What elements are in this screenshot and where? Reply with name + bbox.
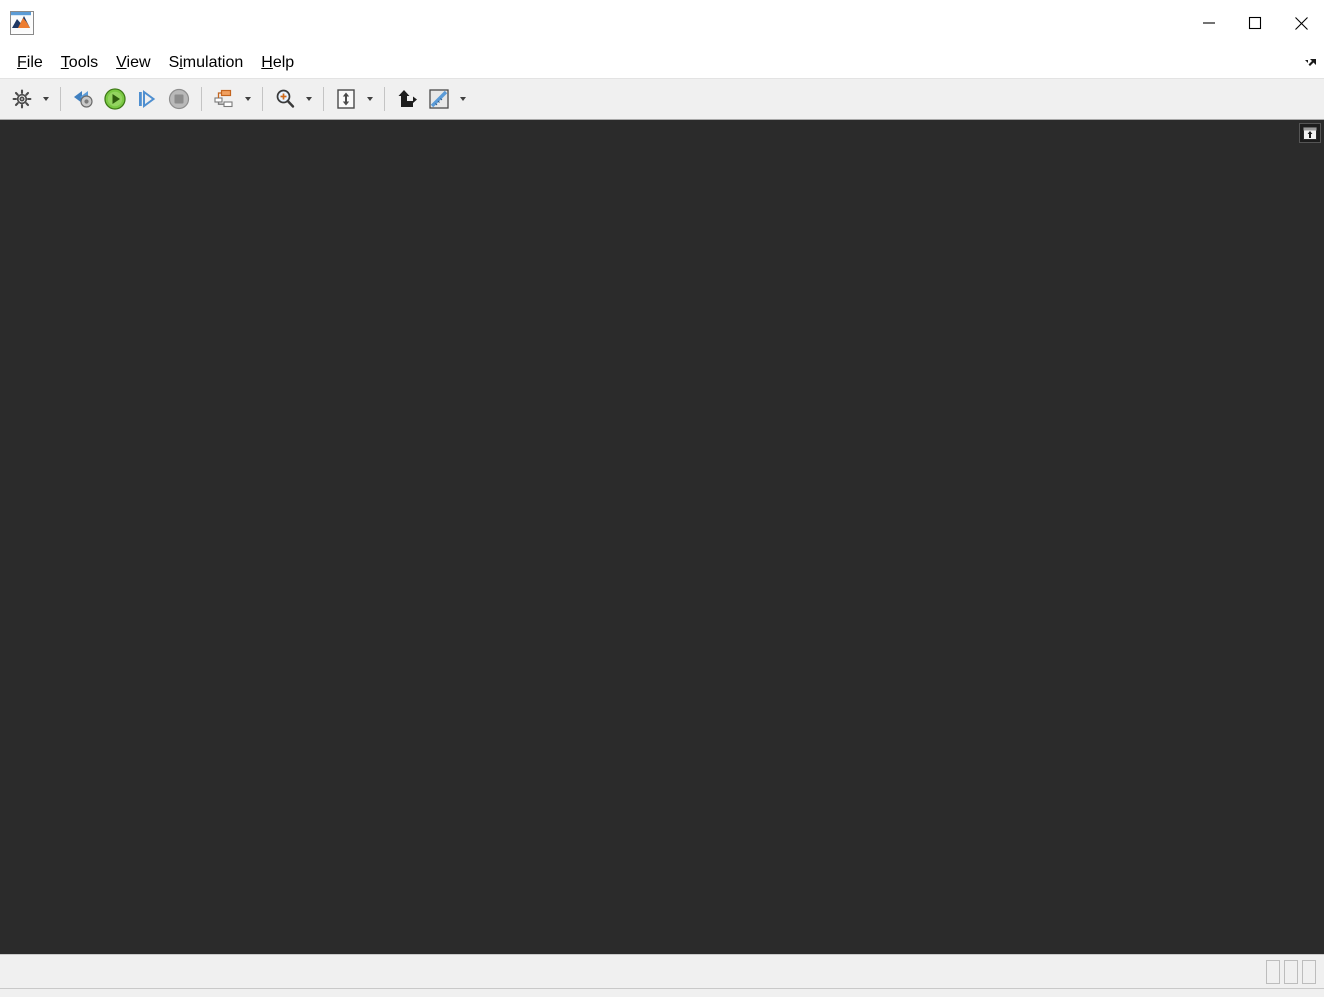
sample-mode-cell bbox=[1266, 959, 1280, 984]
menu-bar: File Tools View Simulation Help bbox=[0, 47, 1324, 79]
matlab-scope-icon bbox=[10, 11, 34, 35]
toolbar bbox=[0, 79, 1324, 120]
title-bar bbox=[0, 0, 1324, 47]
window-controls bbox=[1186, 0, 1324, 46]
menu-tools-label: ools bbox=[68, 53, 99, 71]
signal-selection-dropdown[interactable] bbox=[240, 83, 256, 115]
toolbar-separator bbox=[60, 87, 61, 111]
offset-cell bbox=[1284, 959, 1298, 984]
resize-corner-icon bbox=[1302, 56, 1318, 72]
autoscale-button[interactable] bbox=[330, 83, 362, 115]
status-bar bbox=[0, 954, 1324, 988]
close-button[interactable] bbox=[1278, 0, 1324, 46]
configuration-properties-button[interactable] bbox=[6, 83, 38, 115]
menu-simulation[interactable]: Simulation bbox=[160, 51, 253, 75]
menu-file-label: ile bbox=[26, 53, 43, 71]
run-button[interactable] bbox=[99, 83, 131, 115]
autoscale-dropdown[interactable] bbox=[362, 83, 378, 115]
scope-plot-area bbox=[0, 120, 1324, 954]
toolbar-separator bbox=[262, 87, 263, 111]
zoom-in-dropdown[interactable] bbox=[301, 83, 317, 115]
menu-simulation-label: mulation bbox=[182, 53, 244, 71]
title-bar-left bbox=[0, 11, 44, 35]
scope-traces-svg bbox=[0, 120, 1324, 954]
chevron-down-icon bbox=[306, 97, 312, 101]
run-back-to-start-button[interactable] bbox=[67, 83, 99, 115]
lock-axes-button[interactable] bbox=[391, 83, 423, 115]
scope-window: File Tools View Simulation Help bbox=[0, 0, 1324, 997]
chevron-down-icon bbox=[43, 97, 49, 101]
minimize-button[interactable] bbox=[1186, 0, 1232, 46]
chevron-down-icon bbox=[460, 97, 466, 101]
menu-tools[interactable]: Tools bbox=[52, 51, 107, 75]
menu-help[interactable]: Help bbox=[252, 51, 303, 75]
menu-view[interactable]: View bbox=[107, 51, 159, 75]
chevron-down-icon bbox=[245, 97, 251, 101]
menu-help-label: elp bbox=[272, 53, 295, 71]
toolbar-separator bbox=[201, 87, 202, 111]
stop-button[interactable] bbox=[163, 83, 195, 115]
zoom-in-button[interactable] bbox=[269, 83, 301, 115]
toolbar-separator bbox=[384, 87, 385, 111]
chevron-down-icon bbox=[367, 97, 373, 101]
time-cell bbox=[1302, 959, 1316, 984]
step-forward-button[interactable] bbox=[131, 83, 163, 115]
menu-view-label: iew bbox=[126, 53, 151, 71]
cursor-measurements-dropdown[interactable] bbox=[455, 83, 471, 115]
maximize-panel-icon[interactable] bbox=[1299, 123, 1321, 143]
toolbar-separator bbox=[323, 87, 324, 111]
signal-selection-button[interactable] bbox=[208, 83, 240, 115]
menu-file[interactable]: File bbox=[8, 51, 52, 75]
bottom-strip bbox=[0, 988, 1324, 997]
configuration-properties-dropdown[interactable] bbox=[38, 83, 54, 115]
maximize-button[interactable] bbox=[1232, 0, 1278, 46]
cursor-measurements-button[interactable] bbox=[423, 83, 455, 115]
scope-subplots bbox=[0, 120, 1324, 954]
